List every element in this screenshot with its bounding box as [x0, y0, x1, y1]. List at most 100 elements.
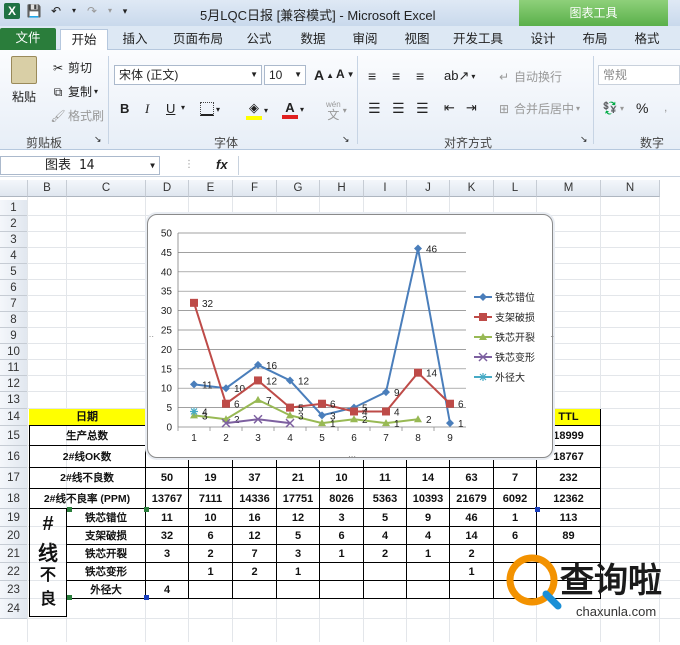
tab-format[interactable]: 格式 [626, 29, 668, 50]
column-header-D[interactable]: D [146, 180, 189, 197]
column-header-C[interactable]: C [67, 180, 146, 197]
value-cell[interactable] [146, 563, 189, 581]
column-header-M[interactable]: M [537, 180, 601, 197]
insert-function-icon[interactable]: fx [216, 157, 228, 172]
row-header-5[interactable]: 5 [0, 264, 28, 280]
value-cell[interactable]: 21679 [450, 489, 494, 509]
row-header-17[interactable]: 17 [0, 468, 28, 489]
value-cell[interactable]: 1 [407, 545, 450, 563]
value-cell[interactable]: 63 [450, 468, 494, 489]
increase-font-icon[interactable]: A ▲ [314, 67, 334, 83]
decrease-indent-icon[interactable]: ⇤ [444, 100, 455, 116]
align-right-icon[interactable]: ☰ [416, 100, 429, 117]
tab-home[interactable]: 开始 [60, 29, 108, 51]
row-label-cell[interactable]: 2#线不良数 [29, 468, 146, 489]
alignment-dialog-launcher-icon[interactable]: ↘ [580, 134, 588, 145]
row-header-6[interactable]: 6 [0, 280, 28, 296]
tab-design[interactable]: 设计 [522, 29, 564, 50]
orientation-icon[interactable]: ab↗ ▾ [444, 68, 475, 84]
row-header-15[interactable]: 15 [0, 426, 28, 446]
value-cell[interactable]: 14336 [233, 489, 277, 509]
row-label-cell[interactable]: 2#线不良率 (PPM) [29, 489, 146, 509]
align-top-icon[interactable]: ≡ [368, 68, 376, 84]
value-cell[interactable]: 19 [189, 468, 233, 489]
increase-indent-icon[interactable]: ⇥ [466, 100, 477, 116]
row-header-20[interactable]: 20 [0, 527, 28, 545]
fill-color-icon[interactable]: ◈ ▾ [246, 100, 268, 120]
column-header-I[interactable]: I [364, 180, 407, 197]
value-cell[interactable]: 4 [407, 527, 450, 545]
paste-button[interactable]: 粘贴 [8, 56, 40, 105]
row-header-14[interactable]: 14 [0, 409, 28, 426]
row-label-cell[interactable]: 生产总数 [29, 426, 146, 446]
name-box-dropdown-icon[interactable]: ▼ [150, 157, 155, 174]
value-cell[interactable]: 4 [364, 527, 407, 545]
range-handle-icon[interactable] [144, 507, 149, 512]
tab-review[interactable]: 审阅 [344, 29, 386, 50]
value-cell[interactable] [320, 581, 364, 599]
value-cell[interactable]: 3 [146, 545, 189, 563]
value-cell[interactable]: 7111 [189, 489, 233, 509]
value-cell[interactable]: 37 [233, 468, 277, 489]
font-name-combo[interactable]: 宋体 (正文) ▼ [114, 65, 262, 85]
row-header-18[interactable]: 18 [0, 489, 28, 509]
value-cell[interactable]: 1 [277, 563, 320, 581]
row-header-24[interactable]: 24 [0, 599, 28, 619]
borders-icon[interactable]: ▾ [200, 102, 220, 116]
value-cell[interactable]: 5363 [364, 489, 407, 509]
row-header-16[interactable]: 16 [0, 446, 28, 468]
decrease-font-icon[interactable]: A ▼ [336, 67, 355, 81]
row-header-22[interactable]: 22 [0, 563, 28, 581]
row-header-9[interactable]: 9 [0, 328, 28, 344]
column-header-K[interactable]: K [450, 180, 494, 197]
row-header-4[interactable]: 4 [0, 248, 28, 264]
value-cell[interactable]: 46 [450, 509, 494, 527]
redo-dropdown-icon[interactable]: ▾ [106, 3, 114, 19]
value-cell[interactable]: 6092 [494, 489, 537, 509]
row-header-2[interactable]: 2 [0, 216, 28, 232]
underline-icon[interactable]: U [166, 101, 175, 116]
value-cell[interactable]: 2 [364, 545, 407, 563]
row-header-19[interactable]: 19 [0, 509, 28, 527]
comma-style-icon[interactable]: , [664, 100, 667, 114]
ttl-cell[interactable]: 113 [537, 509, 601, 527]
value-cell[interactable]: 7 [494, 468, 537, 489]
value-cell[interactable] [364, 563, 407, 581]
column-header-G[interactable]: G [277, 180, 320, 197]
copy-button[interactable]: ⧉ 复制 ▾ [50, 83, 98, 100]
value-cell[interactable]: 7 [233, 545, 277, 563]
chart-14[interactable]: 0 5 10 15 20 25 30 35 40 45 50 1 2 3 4 5 6 7 8 9 11 10 16 12 3 5 9… [147, 214, 554, 459]
tab-page-layout[interactable]: 页面布局 [168, 29, 228, 50]
column-header-H[interactable]: H [320, 180, 364, 197]
row-label-cell[interactable]: 2#线OK数 [29, 446, 146, 468]
value-cell[interactable]: 6 [494, 527, 537, 545]
value-cell[interactable]: 2 [233, 563, 277, 581]
defect-label-cell[interactable]: 铁芯开裂 [67, 545, 146, 563]
defect-label-cell[interactable]: 铁芯变形 [67, 563, 146, 581]
tab-formulas[interactable]: 公式 [238, 29, 280, 50]
value-cell[interactable]: 3 [320, 509, 364, 527]
value-cell[interactable]: 12 [233, 527, 277, 545]
value-cell[interactable]: 2 [450, 545, 494, 563]
underline-dropdown-icon[interactable]: ▾ [181, 103, 185, 112]
value-cell[interactable]: 32 [146, 527, 189, 545]
row-header-3[interactable]: 3 [0, 232, 28, 248]
value-cell[interactable]: 14 [450, 527, 494, 545]
value-cell[interactable]: 10 [320, 468, 364, 489]
value-cell[interactable] [233, 581, 277, 599]
column-header-E[interactable]: E [189, 180, 233, 197]
excel-logo-icon[interactable]: X [4, 3, 20, 19]
bold-icon[interactable]: B [120, 101, 129, 116]
merge-center-button[interactable]: ⊞ 合并后居中 ▾ [496, 100, 580, 117]
value-cell[interactable]: 21 [277, 468, 320, 489]
range-handle-icon[interactable] [67, 507, 72, 512]
range-handle-icon[interactable] [144, 595, 149, 600]
row-header-8[interactable]: 8 [0, 312, 28, 328]
header-date-cell[interactable]: 日期 [29, 409, 146, 426]
tab-view[interactable]: 视图 [396, 29, 438, 50]
value-cell[interactable]: 14 [407, 468, 450, 489]
tab-data[interactable]: 数据 [292, 29, 334, 50]
value-cell[interactable] [277, 581, 320, 599]
percent-icon[interactable]: % [636, 100, 648, 116]
defect-label-cell[interactable]: 外径大 [67, 581, 146, 599]
